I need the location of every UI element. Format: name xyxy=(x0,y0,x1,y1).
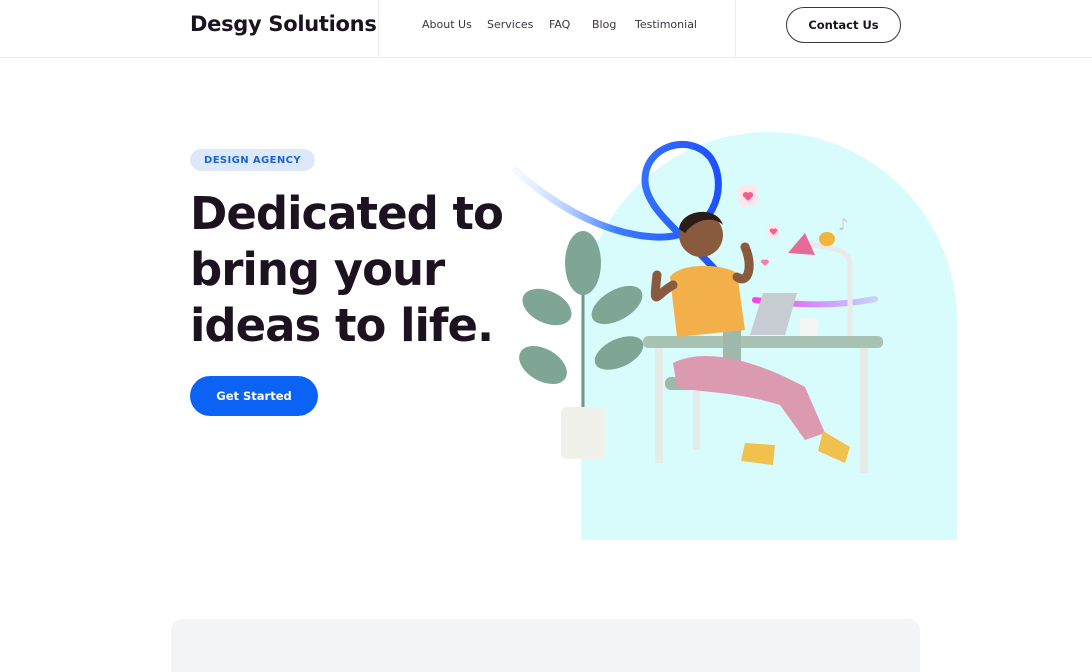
headline-line-2: bring your xyxy=(190,243,445,296)
chair-post xyxy=(693,390,700,450)
desk-leg-right xyxy=(860,348,868,473)
woman-at-desk-illustration: ♪ xyxy=(511,132,957,540)
music-note-icon: ♪ xyxy=(838,215,848,234)
main-nav: About Us Services FAQ Blog Testimonial xyxy=(422,18,697,31)
plant-leaf-2 xyxy=(522,288,572,326)
headline-line-1: Dedicated to xyxy=(190,187,504,240)
bird xyxy=(819,232,835,246)
site-header: Desgy Solutions About Us Services FAQ Bl… xyxy=(0,0,1092,58)
nav-link-faq[interactable]: FAQ xyxy=(549,18,592,31)
next-section-card xyxy=(171,619,920,672)
nav-link-services[interactable]: Services xyxy=(487,18,549,31)
desk-top xyxy=(643,336,883,348)
hero-headline: Dedicated to bring your ideas to life. xyxy=(190,186,510,354)
contact-us-button[interactable]: Contact Us xyxy=(786,7,901,43)
mug xyxy=(800,318,818,336)
header-divider-left xyxy=(378,0,379,58)
nav-link-blog[interactable]: Blog xyxy=(592,18,635,31)
brand-logo[interactable]: Desgy Solutions xyxy=(190,12,377,36)
desk-leg-left xyxy=(655,348,663,463)
get-started-button[interactable]: Get Started xyxy=(190,376,318,416)
plant-leaf-1 xyxy=(565,231,601,295)
design-agency-badge: DESIGN AGENCY xyxy=(190,149,316,171)
nav-link-testimonial[interactable]: Testimonial xyxy=(635,18,697,31)
plant-pot xyxy=(561,407,605,459)
headline-line-3: ideas to life. xyxy=(190,299,494,352)
nav-link-about-us[interactable]: About Us xyxy=(422,18,487,31)
plant-leaf-4 xyxy=(519,346,567,384)
header-divider-right xyxy=(735,0,736,58)
